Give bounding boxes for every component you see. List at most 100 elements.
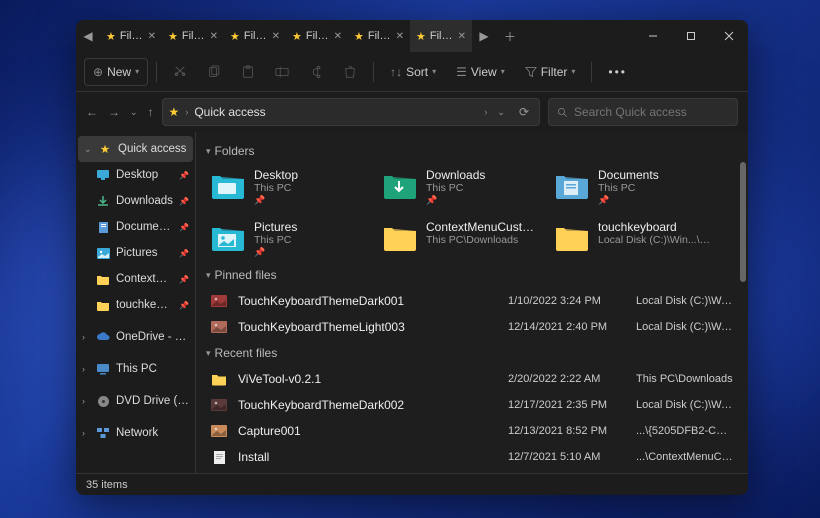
breadcrumb-chevron: › [484, 107, 487, 117]
star-icon: ★ [230, 30, 240, 43]
search-bar[interactable] [548, 98, 738, 126]
sort-button[interactable]: ↑↓Sort▾ [382, 58, 444, 86]
sidebar-item-label: Pictures [116, 247, 173, 259]
expand-icon[interactable]: ⌄ [84, 144, 92, 155]
copy-button[interactable] [199, 58, 229, 86]
sidebar-item[interactable]: ›OneDrive - Personal [76, 324, 195, 350]
cut-button[interactable] [165, 58, 195, 86]
tab-close-button[interactable]: ✕ [334, 31, 342, 42]
expand-icon[interactable]: › [82, 396, 90, 406]
sidebar-item[interactable]: ›This PC [76, 356, 195, 382]
scrollbar-thumb[interactable] [740, 162, 746, 282]
tab-close-button[interactable]: ✕ [396, 31, 404, 42]
tabstrip-forward-button[interactable]: ▶ [472, 20, 496, 52]
tabstrip-back-button[interactable]: ◀ [76, 20, 100, 52]
tab[interactable]: ★File E✕ [286, 20, 348, 52]
sidebar-item[interactable]: Desktop📌 [76, 162, 195, 188]
file-row[interactable]: TouchKeyboardThemeDark00212/17/2021 2:35… [206, 392, 738, 418]
folder-item[interactable]: DownloadsThis PC📌 [378, 164, 544, 210]
file-date: 12/13/2021 8:52 PM [508, 425, 626, 437]
sidebar-item-label: Downloads [116, 195, 173, 207]
group-header-folders[interactable]: Folders [206, 144, 738, 158]
back-button[interactable]: ← [86, 105, 98, 119]
filter-button[interactable]: Filter▾ [517, 58, 584, 86]
tab[interactable]: ★File E✕ [100, 20, 162, 52]
file-row[interactable]: Install12/7/2021 5:10 AM...\ContextMenuC… [206, 444, 738, 470]
file-row[interactable]: TouchKeyboardThemeLight00312/14/2021 2:4… [206, 314, 738, 340]
view-button[interactable]: ☰View▾ [448, 58, 513, 86]
tab-close-button[interactable]: ✕ [272, 31, 280, 42]
address-bar[interactable]: ★ › Quick access › ⌄ ⟳ [162, 98, 540, 126]
new-button[interactable]: ⊕New▾ [84, 58, 148, 86]
scrollbar[interactable] [740, 162, 746, 442]
tab-close-button[interactable]: ✕ [458, 31, 466, 42]
forward-button[interactable]: → [108, 105, 120, 119]
group-header-recent[interactable]: Recent files [206, 346, 738, 360]
folder-item[interactable]: ContextMenuCustomPac...This PC\Downloads [378, 216, 544, 262]
file-row[interactable]: ViVeTool-v0.2.12/20/2022 2:22 AMThis PC\… [206, 366, 738, 392]
window-controls [634, 20, 748, 52]
history-dropdown-button[interactable]: ⌄ [493, 107, 509, 118]
file-icon [210, 450, 228, 465]
file-name: TouchKeyboardThemeDark001 [238, 294, 498, 308]
sidebar-item[interactable]: ›DVD Drive (D:) CCCC [76, 388, 195, 414]
expand-icon[interactable]: › [82, 332, 90, 342]
tab[interactable]: ★File E✕ [348, 20, 410, 52]
folder-item[interactable]: DocumentsThis PC📌 [550, 164, 716, 210]
sidebar-item[interactable]: Pictures📌 [76, 240, 195, 266]
tab[interactable]: ★File E✕ [162, 20, 224, 52]
pin-icon: 📌 [179, 301, 189, 310]
folder-icon [382, 220, 418, 256]
pc-icon [96, 363, 110, 375]
body: ⌄★Quick accessDesktop📌Downloads📌Document… [76, 132, 748, 473]
sidebar-item[interactable]: Downloads📌 [76, 188, 195, 214]
tab-close-button[interactable]: ✕ [210, 31, 218, 42]
sidebar-item[interactable]: ⌄★Quick access [78, 136, 193, 162]
minimize-button[interactable] [634, 20, 672, 52]
search-input[interactable] [574, 105, 729, 119]
breadcrumb-location[interactable]: Quick access [194, 105, 478, 119]
rename-button[interactable] [267, 58, 297, 86]
file-date: 12/17/2021 2:35 PM [508, 399, 626, 411]
file-icon [210, 399, 228, 411]
net-icon [96, 427, 110, 439]
share-button[interactable] [301, 58, 331, 86]
file-row[interactable]: Capture00112/13/2021 8:52 PM...\{5205DFB… [206, 418, 738, 444]
maximize-button[interactable] [672, 20, 710, 52]
folder-item[interactable]: touchkeyboardLocal Disk (C:)\Win...\Web [550, 216, 716, 262]
folder-item[interactable]: PicturesThis PC📌 [206, 216, 372, 262]
file-path: Local Disk (C:)\W...\touchkeyboard [636, 295, 734, 307]
tab-close-button[interactable]: ✕ [148, 31, 156, 42]
close-button[interactable] [710, 20, 748, 52]
file-row[interactable]: TouchKeyboardThemeDark001 1/10/2022 3:24 … [206, 288, 738, 314]
sidebar-item-label: Network [116, 427, 189, 439]
tab[interactable]: ★File E✕ [410, 20, 472, 52]
sidebar-item[interactable]: Documents📌 [76, 214, 195, 240]
tab[interactable]: ★File E✕ [224, 20, 286, 52]
paste-button[interactable] [233, 58, 263, 86]
sidebar-item-label: ContextMenuCust [116, 273, 173, 285]
folder-icon [554, 220, 590, 256]
new-tab-button[interactable]: ＋ [496, 28, 524, 45]
up-button[interactable]: ↑ [148, 105, 154, 119]
statusbar: 35 items [76, 473, 748, 495]
folder-name: Downloads [426, 168, 540, 182]
sidebar-item[interactable]: › Network [76, 420, 195, 446]
group-header-pinned[interactable]: Pinned files [206, 268, 738, 282]
refresh-button[interactable]: ⟳ [515, 105, 533, 119]
pic-icon [96, 248, 110, 259]
folder-icon [96, 274, 110, 285]
star-icon: ★ [106, 30, 116, 43]
expand-icon[interactable]: › [82, 364, 90, 374]
expand-icon[interactable]: › [82, 428, 90, 438]
file-path: Local Disk (C:)\W...\touchkeyboard [636, 321, 734, 333]
more-button[interactable]: ••• [600, 58, 635, 86]
sidebar-item[interactable]: touchkeyboard📌 [76, 292, 195, 318]
sidebar-item[interactable]: ContextMenuCust📌 [76, 266, 195, 292]
recent-locations-button[interactable]: ⌄ [130, 107, 138, 118]
pin-icon: 📌 [254, 195, 368, 206]
delete-button[interactable] [335, 58, 365, 86]
folder-item[interactable]: DesktopThis PC📌 [206, 164, 372, 210]
folder-path: This PC [598, 182, 712, 194]
file-date: 1/10/2022 3:24 PM [508, 295, 626, 307]
